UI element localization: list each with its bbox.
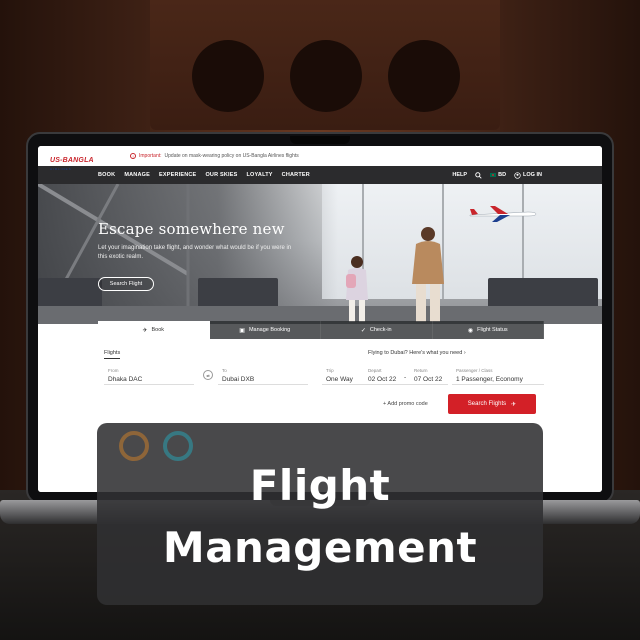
site-topbar: US-BANGLA AIRLINES ! Important: Update o… (38, 146, 602, 171)
terminal-seats (488, 278, 598, 308)
search-flights-button[interactable]: Search Flights ✈ (448, 394, 536, 414)
tab-flight-status-label: Flight Status (477, 327, 508, 333)
login-link[interactable]: LOG IN (514, 171, 542, 179)
nav-item-experience[interactable]: EXPERIENCE (159, 172, 196, 178)
caption-overlay: Flight Management (97, 423, 543, 605)
pin-icon: ◉ (467, 327, 474, 334)
to-label: To (222, 368, 227, 373)
tab-check-in-label: Check-in (369, 327, 392, 333)
ghost-ring-icon (119, 431, 149, 461)
tab-manage-booking-label: Manage Booking (248, 327, 291, 333)
traveler-adult-figure (412, 227, 444, 322)
overlay-ghost-icons (119, 431, 193, 461)
dubai-info-link[interactable]: Flying to Dubai? Here's what you need › (368, 350, 466, 356)
nav-item-loyalty[interactable]: LOYALTY (247, 172, 273, 178)
bangladesh-flag-icon (490, 173, 497, 177)
terminal-seats (198, 278, 278, 308)
info-icon: ! (130, 153, 136, 159)
help-link[interactable]: HELP (452, 172, 467, 178)
terminal-seats (38, 278, 102, 308)
return-date-field[interactable]: 07 Oct 22 (414, 376, 442, 383)
from-field[interactable]: Dhaka DAC (108, 376, 142, 383)
tab-check-in[interactable]: ✓ Check-in (321, 321, 433, 339)
nav-utility: HELP BD LOG IN (452, 171, 542, 179)
wall-hole (290, 40, 362, 112)
booking-tabs: ✈ Book ▣ Manage Booking ✓ Check-in ◉ Fli… (98, 321, 544, 339)
plane-icon: ✈ (142, 327, 148, 334)
nav-item-charter[interactable]: CHARTER (282, 172, 310, 178)
trip-select[interactable]: One Way (326, 376, 353, 383)
login-label: LOG IN (523, 172, 542, 178)
ghost-ring-icon (163, 431, 193, 461)
trip-label: Trip (326, 368, 334, 373)
swap-icon[interactable]: ⇄ (203, 370, 213, 380)
background-wall-panel (150, 0, 500, 130)
notice-banner[interactable]: ! Important: Update on mask-wearing poli… (130, 153, 299, 159)
laptop-camera-notch (290, 136, 350, 144)
tab-manage-booking[interactable]: ▣ Manage Booking (209, 321, 321, 339)
hero-title: Escape somewhere new (98, 220, 285, 238)
overlay-title-line1: Flight (249, 461, 391, 510)
nav-item-manage[interactable]: MANAGE (124, 172, 150, 178)
wall-hole (192, 40, 264, 112)
booking-icon: ▣ (239, 327, 245, 334)
region-selector[interactable]: BD (490, 172, 506, 178)
to-field[interactable]: Dubai DXB (222, 376, 254, 383)
region-label: BD (498, 172, 507, 178)
logo-text: US-BANGLA (50, 157, 94, 164)
depart-label: Depart (368, 368, 382, 373)
check-icon: ✓ (360, 327, 366, 334)
hero-subtitle: Let your imagination take flight, and wo… (98, 245, 292, 260)
add-promo-code-link[interactable]: + Add promo code (383, 401, 428, 407)
nav-item-book[interactable]: BOOK (98, 172, 115, 178)
logo-subtext: AIRLINES (50, 167, 72, 171)
wall-hole (388, 40, 460, 112)
overlay-title-line2: Management (162, 523, 478, 572)
passenger-class-field[interactable]: 1 Passenger, Economy (456, 376, 523, 383)
date-separator: - (404, 374, 407, 381)
user-icon (514, 171, 521, 179)
from-label: From (108, 368, 119, 373)
tab-flight-status[interactable]: ◉ Flight Status (432, 321, 544, 339)
search-flights-label: Search Flights (467, 401, 507, 407)
return-label: Return (414, 368, 428, 373)
plane-takeoff-icon: ✈ (511, 401, 517, 408)
airplane-illustration (469, 206, 537, 222)
notice-label: Important: (139, 153, 162, 159)
notice-text: Update on mask-wearing policy on US-Bang… (164, 153, 299, 159)
nav-item-our-skies[interactable]: OUR SKIES (205, 172, 237, 178)
traveler-child-figure (346, 256, 368, 322)
main-nav: BOOK MANAGE EXPERIENCE OUR SKIES LOYALTY… (38, 166, 602, 184)
tab-book[interactable]: ✈ Book (98, 321, 210, 339)
passenger-class-label: Passenger / Class (456, 368, 493, 373)
depart-date-field[interactable]: 02 Oct 22 (368, 376, 396, 383)
hero-banner: Escape somewhere new Let your imaginatio… (38, 184, 602, 324)
site-logo[interactable]: US-BANGLA AIRLINES (50, 149, 120, 171)
tab-book-label: Book (151, 327, 165, 333)
flights-tab-label[interactable]: Flights (104, 350, 121, 359)
search-icon[interactable] (475, 171, 482, 179)
hero-search-flight-button[interactable]: Search Flight (98, 277, 154, 291)
